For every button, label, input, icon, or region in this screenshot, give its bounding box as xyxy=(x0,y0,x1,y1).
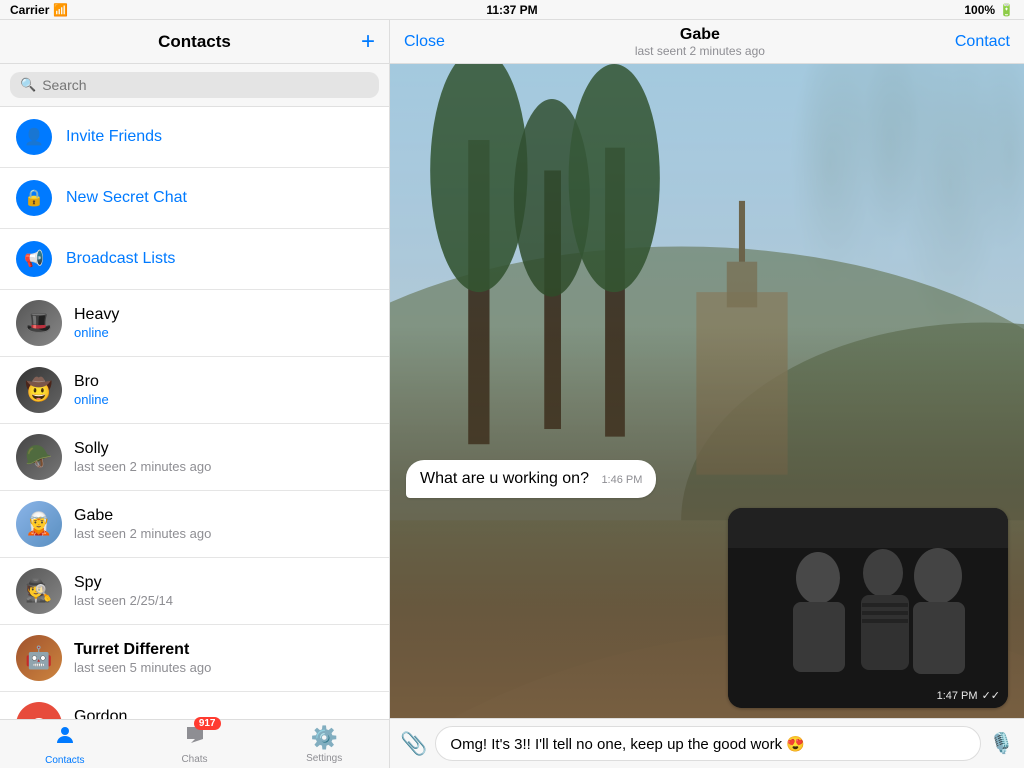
contact-item-turret[interactable]: 🤖 Turret Different last seen 5 minutes a… xyxy=(0,625,389,692)
carrier-info: Carrier 📶 xyxy=(10,3,68,17)
contacts-list: 👤 Invite Friends 🔒 New Secret Chat 📢 Bro… xyxy=(0,107,389,719)
carrier-label: Carrier xyxy=(10,3,49,17)
tab-settings[interactable]: ⚙️ Settings xyxy=(259,725,389,764)
battery-icon: 🔋 xyxy=(999,3,1014,17)
close-button[interactable]: Close xyxy=(404,33,445,51)
broadcast-lists-icon: 📢 xyxy=(16,241,52,277)
contact-item-gabe[interactable]: 🧝 Gabe last seen 2 minutes ago xyxy=(0,491,389,558)
tab-contacts[interactable]: Contacts xyxy=(0,723,130,766)
contact-status-turret: last seen 5 minutes ago xyxy=(74,660,373,675)
battery-info: 100% 🔋 xyxy=(964,3,1014,17)
invite-friends-icon: 👤 xyxy=(16,119,52,155)
invite-friends-label: Invite Friends xyxy=(66,128,162,146)
contact-name-solly: Solly xyxy=(74,440,373,458)
message-time: 1:46 PM xyxy=(601,474,642,486)
checkmarks-icon: ✓✓ xyxy=(982,689,1000,702)
contact-name-gordon: Gordon xyxy=(74,708,373,719)
add-contact-button[interactable]: + xyxy=(361,30,375,54)
messages-area: What are u working on? 1:46 PM xyxy=(390,450,1024,718)
avatar-gordon: G xyxy=(16,702,62,719)
chat-text-input[interactable] xyxy=(435,726,981,761)
broadcast-lists-label: Broadcast Lists xyxy=(66,250,175,268)
tab-chats[interactable]: 917 Chats xyxy=(130,723,260,765)
avatar-solly: 🪖 xyxy=(16,434,62,480)
chat-contact-info: Gabe last seent 2 minutes ago xyxy=(635,26,765,58)
microphone-icon[interactable]: 🎙️ xyxy=(989,731,1014,756)
tab-chats-label: Chats xyxy=(181,754,207,765)
chats-badge: 917 xyxy=(194,717,221,730)
battery-label: 100% xyxy=(964,3,995,17)
contact-status-solly: last seen 2 minutes ago xyxy=(74,459,373,474)
chat-body: What are u working on? 1:46 PM xyxy=(390,64,1024,718)
right-panel: Close Gabe last seent 2 minutes ago Cont… xyxy=(390,20,1024,768)
contact-item-spy[interactable]: 🕵️ Spy last seen 2/25/14 xyxy=(0,558,389,625)
search-input[interactable] xyxy=(42,77,369,93)
tab-contacts-label: Contacts xyxy=(45,755,84,766)
avatar-heavy: 🎩 xyxy=(16,300,62,346)
contacts-header: Contacts + xyxy=(0,20,389,64)
contact-name-gabe: Gabe xyxy=(74,507,373,525)
broadcast-lists-item[interactable]: 📢 Broadcast Lists xyxy=(0,229,389,290)
contact-item-gordon[interactable]: G Gordon last seen 10/10/07 xyxy=(0,692,389,719)
new-secret-chat-label: New Secret Chat xyxy=(66,189,187,207)
message-outgoing-image: 1:47 PM ✓✓ xyxy=(728,508,1008,708)
tab-bar: Contacts 917 Chats ⚙️ Settings xyxy=(0,719,389,768)
left-panel: Contacts + 🔍 👤 Invite Friends 🔒 New Secr… xyxy=(0,20,390,768)
new-secret-chat-icon: 🔒 xyxy=(16,180,52,216)
contacts-title: Contacts xyxy=(158,32,231,52)
invite-friends-item[interactable]: 👤 Invite Friends xyxy=(0,107,389,168)
avatar-gabe: 🧝 xyxy=(16,501,62,547)
contact-name-heavy: Heavy xyxy=(74,306,373,324)
chat-header: Close Gabe last seent 2 minutes ago Cont… xyxy=(390,20,1024,64)
message-incoming: What are u working on? 1:46 PM xyxy=(406,460,656,498)
attachment-icon[interactable]: 📎 xyxy=(400,731,427,757)
chat-input-area: 📎 🎙️ xyxy=(390,718,1024,768)
status-time: 11:37 PM xyxy=(486,3,537,17)
avatar-turret: 🤖 xyxy=(16,635,62,681)
contact-item-heavy[interactable]: 🎩 Heavy online xyxy=(0,290,389,357)
avatar-spy: 🕵️ xyxy=(16,568,62,614)
contact-status-heavy: online xyxy=(74,325,373,340)
contact-name-spy: Spy xyxy=(74,574,373,592)
tab-settings-label: Settings xyxy=(306,753,342,764)
avatar-bro: 🤠 xyxy=(16,367,62,413)
contact-button[interactable]: Contact xyxy=(955,33,1010,51)
wifi-icon: 📶 xyxy=(53,3,68,17)
contact-item-bro[interactable]: 🤠 Bro online xyxy=(0,357,389,424)
message-text: What are u working on? xyxy=(420,470,589,487)
search-icon: 🔍 xyxy=(20,77,36,93)
contact-item-solly[interactable]: 🪖 Solly last seen 2 minutes ago xyxy=(0,424,389,491)
contact-status-gabe: last seen 2 minutes ago xyxy=(74,526,373,541)
chat-contact-name: Gabe xyxy=(635,26,765,44)
image-message-time: 1:47 PM ✓✓ xyxy=(937,689,1000,702)
contact-name-turret: Turret Different xyxy=(74,641,373,659)
contact-status-bro: online xyxy=(74,392,373,407)
chat-contact-status: last seent 2 minutes ago xyxy=(635,44,765,58)
contact-status-spy: last seen 2/25/14 xyxy=(74,593,373,608)
new-secret-chat-item[interactable]: 🔒 New Secret Chat xyxy=(0,168,389,229)
status-bar: Carrier 📶 11:37 PM 100% 🔋 xyxy=(0,0,1024,20)
search-bar: 🔍 xyxy=(0,64,389,107)
contact-name-bro: Bro xyxy=(74,373,373,391)
